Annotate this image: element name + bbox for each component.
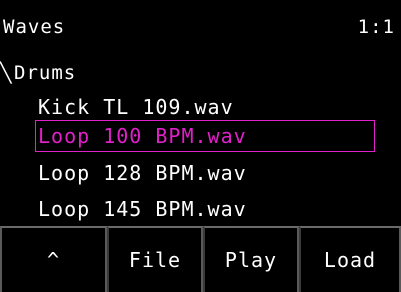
page-indicator: 1:1 bbox=[357, 16, 395, 38]
folder-label: Drums bbox=[14, 62, 77, 84]
softkey-bar: ^ File Play Load bbox=[0, 226, 401, 292]
list-item-selected[interactable]: Loop 100 BPM.wav bbox=[35, 120, 375, 152]
header-bar: Waves 1:1 bbox=[0, 0, 401, 46]
load-button[interactable]: Load bbox=[299, 226, 401, 292]
wave-browser-screen: Waves 1:1 ╲ Drums Kick TL 109.wav Loop 1… bbox=[0, 0, 401, 292]
play-button[interactable]: Play bbox=[203, 226, 299, 292]
page-title: Waves bbox=[3, 16, 66, 38]
up-button[interactable]: ^ bbox=[0, 226, 107, 292]
list-item[interactable]: Loop 145 BPM.wav bbox=[35, 194, 375, 226]
list-item[interactable]: Loop 128 BPM.wav bbox=[35, 158, 375, 190]
file-button[interactable]: File bbox=[107, 226, 203, 292]
folder-row[interactable]: ╲ Drums bbox=[0, 60, 76, 86]
folder-open-icon: ╲ bbox=[0, 62, 12, 84]
